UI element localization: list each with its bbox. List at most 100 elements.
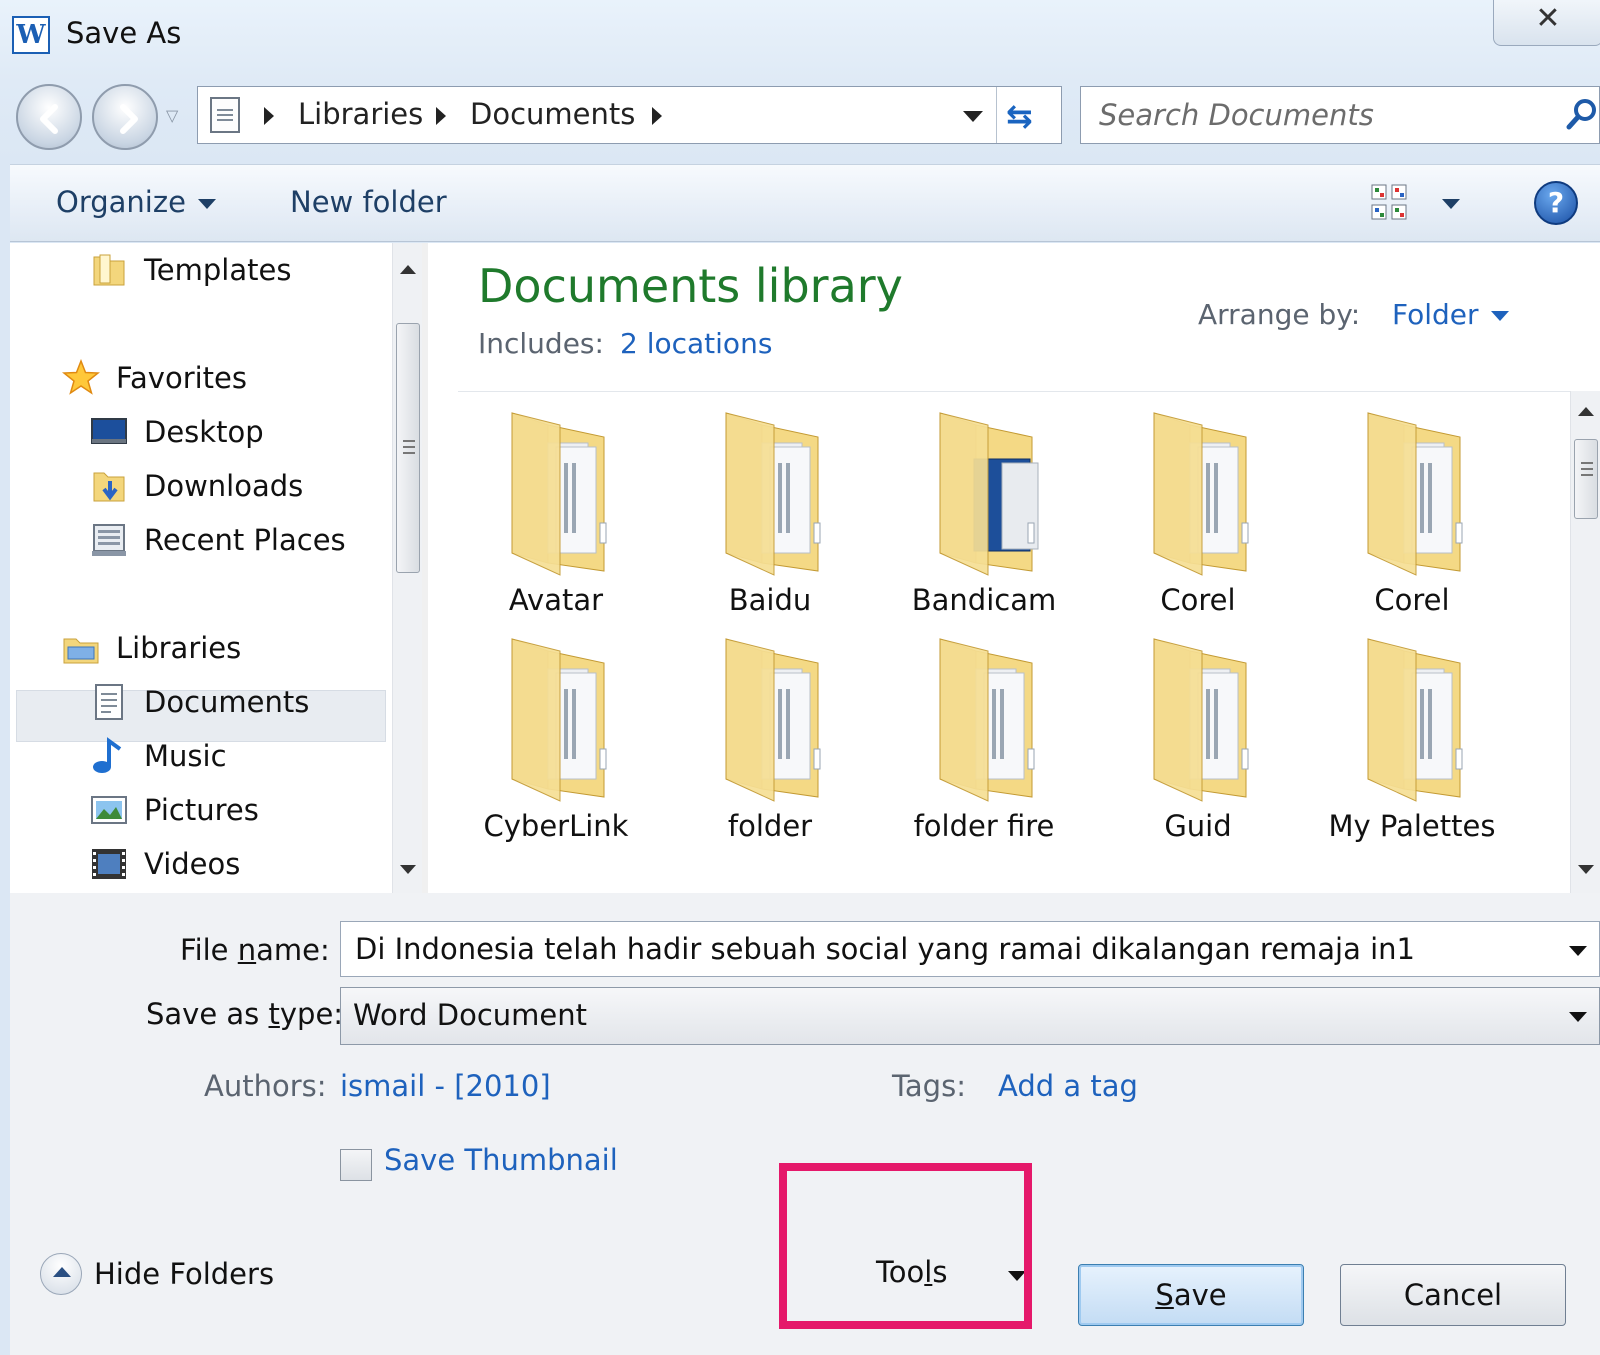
- cancel-button[interactable]: Cancel: [1340, 1264, 1566, 1326]
- folder-icon: [939, 412, 1039, 576]
- organize-label: Organize: [56, 185, 186, 219]
- command-toolbar: Organize New folder ?: [10, 164, 1600, 242]
- downloads-icon: [93, 472, 125, 502]
- library-title: Documents library: [478, 259, 903, 313]
- forward-button[interactable]: [92, 84, 158, 150]
- save-as-type-select[interactable]: Word Document: [340, 987, 1600, 1045]
- chevron-up-icon[interactable]: [40, 1253, 82, 1295]
- close-button[interactable]: ✕: [1493, 0, 1600, 46]
- chevron-down-icon[interactable]: [1569, 946, 1587, 956]
- folder-item[interactable]: folder: [670, 629, 870, 853]
- arrange-by-dropdown[interactable]: Folder: [1392, 298, 1509, 331]
- save-thumbnail-checkbox[interactable]: [340, 1149, 372, 1181]
- search-input[interactable]: [1099, 95, 1539, 135]
- scrollbar-thumb[interactable]: [1574, 439, 1598, 519]
- scrollbar-thumb[interactable]: [396, 323, 420, 573]
- breadcrumb-chevron-icon[interactable]: [652, 107, 662, 125]
- file-list-pane: Documents library Includes: 2 locations …: [428, 243, 1600, 893]
- folder-name: Corel: [1160, 583, 1236, 617]
- save-as-type-label: Save as type:: [146, 997, 343, 1031]
- address-dropdown-icon[interactable]: [963, 111, 983, 122]
- folder-name: Baidu: [728, 583, 812, 617]
- header-divider: [458, 391, 1600, 392]
- folder-icon: [725, 412, 821, 576]
- file-list-scrollbar[interactable]: [1570, 391, 1600, 893]
- chevron-down-icon[interactable]: [1569, 1012, 1587, 1022]
- folder-item[interactable]: Baidu: [670, 403, 870, 627]
- folder-item[interactable]: Guid: [1098, 629, 1298, 853]
- includes-locations-link[interactable]: 2 locations: [620, 327, 772, 360]
- folder-item[interactable]: Corel: [1098, 403, 1298, 627]
- breadcrumb-chevron-icon[interactable]: [436, 107, 446, 125]
- documents-icon: [210, 97, 240, 133]
- title-bar: W Save As ✕: [0, 0, 1600, 70]
- hide-folders-button[interactable]: Hide Folders: [94, 1257, 274, 1291]
- organize-button[interactable]: Organize: [56, 185, 216, 219]
- scroll-up-icon[interactable]: [400, 265, 416, 274]
- folder-item[interactable]: folder fire: [884, 629, 1084, 853]
- add-tag-link[interactable]: Add a tag: [998, 1069, 1138, 1103]
- breadcrumb-chevron-icon[interactable]: [264, 107, 274, 125]
- refresh-icon[interactable]: ⇆: [1006, 97, 1033, 135]
- folder-name: Bandicam: [911, 583, 1057, 617]
- folder-icon: [725, 638, 821, 802]
- folder-item[interactable]: Bandicam: [884, 403, 1084, 627]
- scroll-up-icon[interactable]: [1578, 407, 1594, 416]
- chevron-down-icon: [197, 199, 216, 209]
- file-name-field[interactable]: [340, 921, 1600, 977]
- access-key: S: [1155, 1278, 1174, 1312]
- recent-places-icon: [92, 524, 126, 556]
- folder-icon: [511, 412, 607, 576]
- navigation-pane: Templates Favorites Desktop Downloads Re…: [10, 243, 422, 893]
- breadcrumb-documents[interactable]: Documents: [470, 97, 635, 131]
- save-thumbnail-label[interactable]: Save Thumbnail: [384, 1143, 618, 1177]
- nav-item-label: Desktop: [144, 415, 264, 449]
- access-key: n: [237, 933, 257, 967]
- search-icon[interactable]: [1565, 97, 1599, 131]
- folder-item[interactable]: My Palettes: [1312, 629, 1512, 853]
- nav-item-label: Libraries: [116, 631, 242, 665]
- save-as-dialog: W Save As ✕ ▽ Libraries Documents ⇆ Sear…: [0, 0, 1600, 1355]
- label-part: File: [180, 933, 238, 967]
- authors-value[interactable]: ismail - [2010]: [340, 1069, 551, 1103]
- new-folder-button[interactable]: New folder: [290, 185, 447, 219]
- folder-item[interactable]: Avatar: [456, 403, 656, 627]
- back-button[interactable]: [16, 84, 82, 150]
- nav-scrollbar[interactable]: [392, 243, 422, 893]
- folder-icon: [1153, 638, 1249, 802]
- arrow-left-icon: [40, 104, 58, 134]
- includes-label: Includes:: [478, 327, 604, 360]
- window-title: Save As: [66, 16, 182, 50]
- file-name-input[interactable]: [355, 928, 1535, 970]
- search-box[interactable]: [1080, 86, 1600, 144]
- grip-icon: [403, 440, 415, 456]
- view-options-dropdown-icon[interactable]: [1442, 199, 1460, 209]
- recent-pages-dropdown[interactable]: ▽: [166, 106, 178, 125]
- tags-label: Tags:: [892, 1069, 966, 1103]
- nav-item-label: Templates: [144, 253, 292, 287]
- scroll-down-icon[interactable]: [1578, 865, 1594, 874]
- nav-item-label: Favorites: [116, 361, 247, 395]
- folder-icon: [93, 254, 125, 286]
- breadcrumb-libraries[interactable]: Libraries: [298, 97, 423, 131]
- save-button[interactable]: Save: [1078, 1264, 1304, 1326]
- nav-item-label: Pictures: [144, 793, 259, 827]
- scroll-down-icon[interactable]: [400, 865, 416, 874]
- folder-name: folder fire: [913, 809, 1055, 843]
- documents-icon: [95, 684, 123, 720]
- label-part: ame:: [256, 933, 330, 967]
- address-separator: [996, 87, 997, 143]
- word-icon: W: [12, 16, 50, 54]
- music-icon: [93, 737, 122, 773]
- folder-name: folder: [727, 809, 813, 843]
- change-view-icon[interactable]: [1370, 183, 1408, 221]
- folder-item[interactable]: CyberLink: [456, 629, 656, 853]
- folder-icon: [1153, 412, 1249, 576]
- save-as-type-value: Word Document: [353, 998, 587, 1032]
- arrow-right-icon: [120, 104, 138, 134]
- address-bar[interactable]: Libraries Documents ⇆: [197, 86, 1062, 144]
- help-icon[interactable]: ?: [1534, 181, 1578, 225]
- folder-item[interactable]: Corel: [1312, 403, 1512, 627]
- tools-highlight-box: [779, 1163, 1032, 1329]
- nav-item-label: Recent Places: [144, 523, 346, 557]
